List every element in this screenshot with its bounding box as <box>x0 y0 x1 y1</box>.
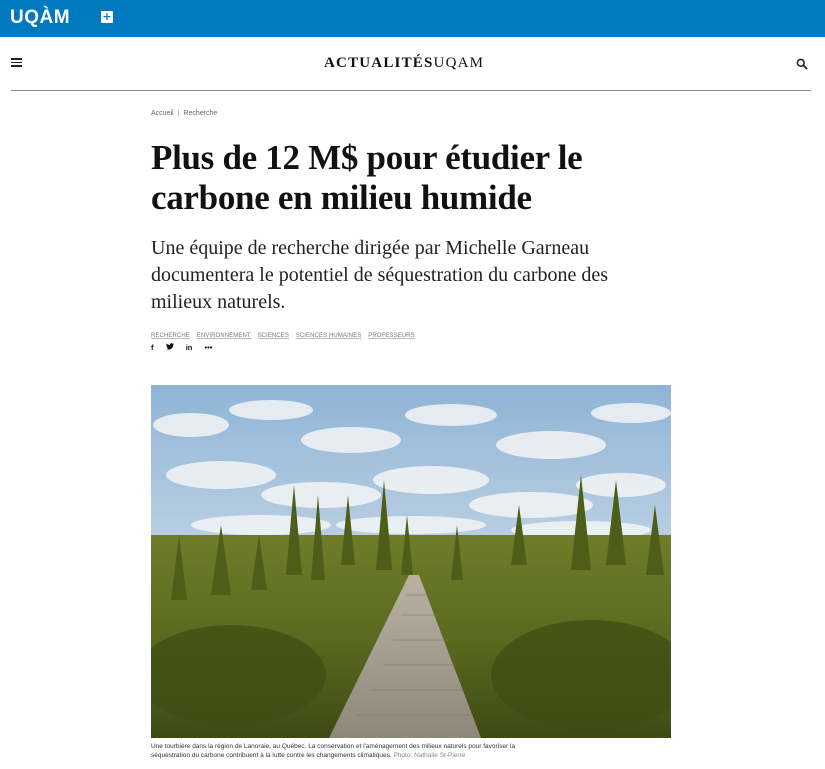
article-lead: Une équipe de recherche dirigée par Mich… <box>151 237 609 313</box>
plus-button[interactable]: + <box>101 11 113 23</box>
site-title[interactable]: ACTUALITÉSUQAM <box>324 55 484 72</box>
top-bar: UQÀM + <box>0 0 825 37</box>
tag-recherche[interactable]: RECHERCHE <box>151 333 190 339</box>
facebook-icon[interactable]: f <box>151 343 154 352</box>
uqam-logo[interactable]: UQÀM <box>10 7 70 29</box>
article-photo <box>151 385 671 738</box>
linkedin-icon[interactable]: in <box>186 343 193 352</box>
site-header: ACTUALITÉSUQAM <box>11 37 811 91</box>
tag-sciences[interactable]: SCIENCES <box>257 333 288 339</box>
tag-sciences-humaines[interactable]: SCIENCES HUMAINES <box>296 333 362 339</box>
breadcrumb-home[interactable]: Accueil <box>151 110 174 117</box>
more-options-icon[interactable]: ••• <box>204 343 212 352</box>
breadcrumb: Accueil | Recherche <box>151 110 217 117</box>
menu-icon[interactable] <box>11 58 22 67</box>
twitter-icon[interactable] <box>165 343 174 352</box>
tag-environnement[interactable]: ENVIRONNEMENT <box>197 333 251 339</box>
share-bar: f in ••• <box>151 343 222 352</box>
site-title-light: UQAM <box>433 55 485 71</box>
article-title: Plus de 12 M$ pour étudier le carbone en… <box>151 138 583 217</box>
tag-professeurs[interactable]: PROFESSEURS <box>368 333 414 339</box>
breadcrumb-section[interactable]: Recherche <box>183 110 217 117</box>
photo-caption: Une tourbière dans la région de Lanoraie… <box>151 742 551 760</box>
breadcrumb-separator: | <box>177 110 180 117</box>
site-title-bold: ACTUALITÉS <box>324 55 434 71</box>
photo-credit: Photo: Nathalie St-Pierre <box>393 752 466 759</box>
peatland-boardwalk-image <box>151 385 671 738</box>
search-icon[interactable] <box>796 58 808 70</box>
tag-list: RECHERCHE ENVIRONNEMENT SCIENCES SCIENCE… <box>151 333 420 339</box>
